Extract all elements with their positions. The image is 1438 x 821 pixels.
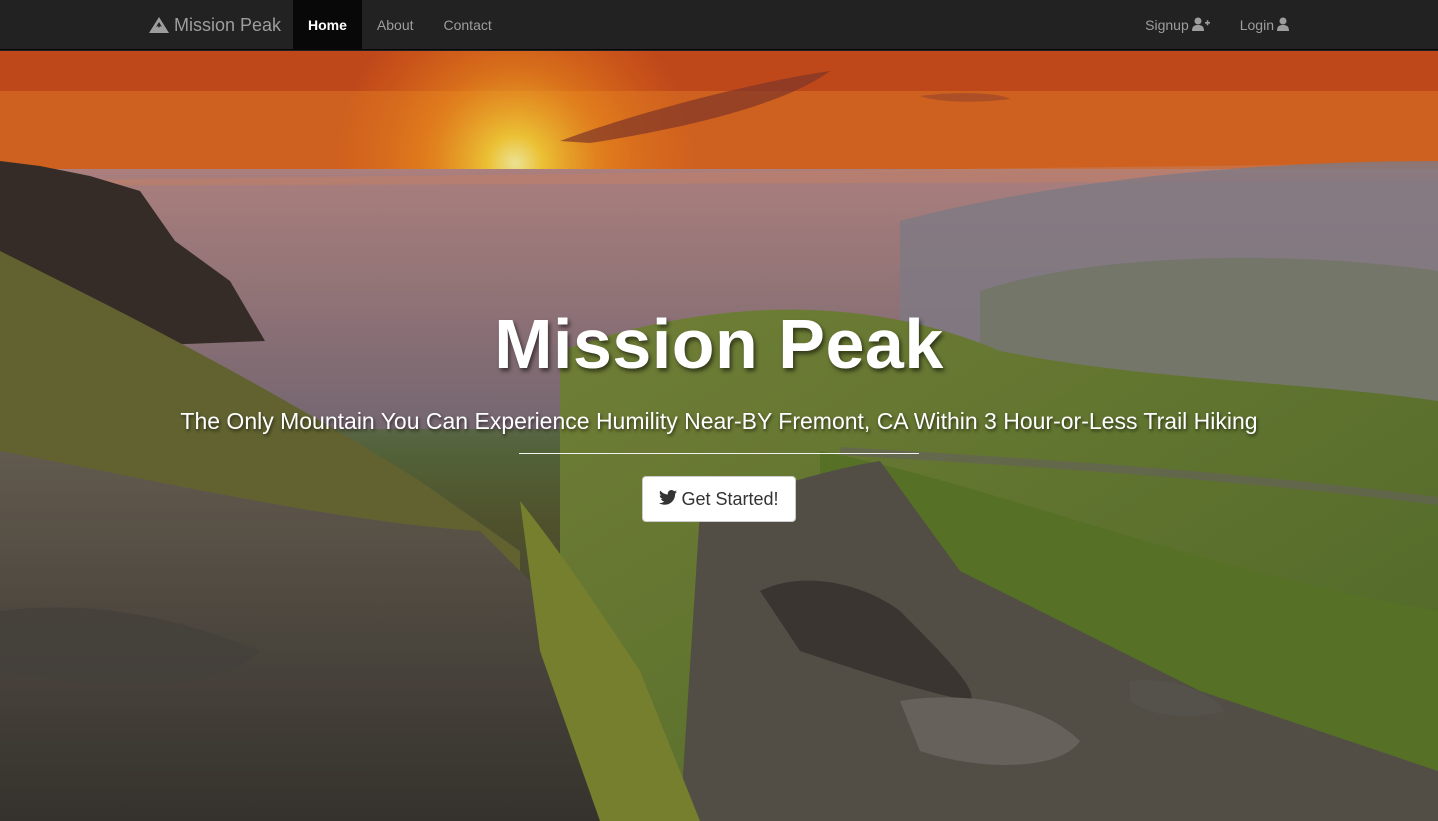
get-started-button[interactable]: Get Started! <box>642 476 796 522</box>
nav-signup[interactable]: Signup <box>1130 0 1225 50</box>
account-nav: Signup Login <box>1130 0 1304 50</box>
nav-contact-label: Contact <box>443 17 492 33</box>
user-plus-icon <box>1191 17 1210 34</box>
hero-divider <box>519 453 919 454</box>
nav-home-label: Home <box>308 17 347 33</box>
hero-title: Mission Peak <box>494 305 944 383</box>
nav-about[interactable]: About <box>362 0 429 50</box>
top-navbar: Mission Peak Home About Contact Signup L… <box>0 0 1438 50</box>
nav-about-label: About <box>376 17 414 33</box>
nav-login[interactable]: Login <box>1225 0 1304 50</box>
primary-nav: Home About Contact <box>293 0 507 50</box>
hero-section: Mission Peak The Only Mountain You Can E… <box>0 51 1438 821</box>
user-icon <box>1277 17 1289 34</box>
mountain-icon <box>148 16 170 34</box>
nav-home[interactable]: Home <box>293 0 362 50</box>
nav-contact[interactable]: Contact <box>429 0 507 50</box>
nav-signup-label: Signup <box>1145 17 1189 33</box>
brand-link[interactable]: Mission Peak <box>148 0 281 50</box>
nav-login-label: Login <box>1239 17 1274 33</box>
brand-label: Mission Peak <box>174 14 282 35</box>
hero-content: Mission Peak The Only Mountain You Can E… <box>0 302 1438 522</box>
twitter-bird-icon <box>659 489 678 510</box>
hero-subtitle: The Only Mountain You Can Experience Hum… <box>180 408 1258 434</box>
get-started-label: Get Started! <box>681 488 779 509</box>
